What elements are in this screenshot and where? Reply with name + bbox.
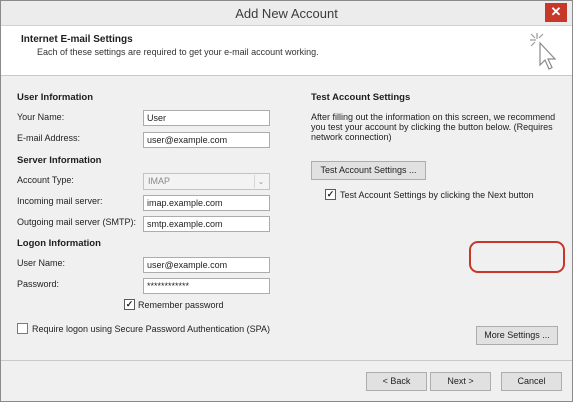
logon-info-heading: Logon Information xyxy=(17,238,101,249)
window-title: Add New Account xyxy=(235,6,338,21)
server-info-heading: Server Information xyxy=(17,155,102,166)
add-account-dialog: Add New Account ✕ Internet E-mail Settin… xyxy=(0,0,573,402)
incoming-server-field[interactable]: imap.example.com xyxy=(143,195,270,211)
test-account-settings-button[interactable]: Test Account Settings ... xyxy=(311,161,426,180)
header-subtitle: Each of these settings are required to g… xyxy=(37,47,319,57)
highlight-ring xyxy=(469,241,565,273)
chevron-down-icon: ⌄ xyxy=(254,175,267,188)
close-icon: ✕ xyxy=(550,4,562,19)
account-type-select: IMAP ⌄ xyxy=(143,173,270,190)
your-name-field[interactable]: User xyxy=(143,110,270,126)
back-button[interactable]: < Back xyxy=(366,372,427,391)
user-name-label: User Name: xyxy=(17,258,66,268)
header-panel: Internet E-mail Settings Each of these s… xyxy=(1,26,572,76)
cursor-click-icon xyxy=(530,33,557,70)
password-label: Password: xyxy=(17,279,60,289)
cancel-button[interactable]: Cancel xyxy=(501,372,562,391)
remember-password-checkbox[interactable]: ✓ xyxy=(124,299,135,310)
next-button[interactable]: Next > xyxy=(430,372,491,391)
user-name-field[interactable]: user@example.com xyxy=(143,257,270,273)
email-address-field[interactable]: user@example.com xyxy=(143,132,270,148)
your-name-label: Your Name: xyxy=(17,112,65,122)
email-address-label: E-mail Address: xyxy=(17,133,81,143)
settings-content: User Information Your Name: User E-mail … xyxy=(1,77,572,360)
header-title: Internet E-mail Settings xyxy=(21,34,133,45)
close-button[interactable]: ✕ xyxy=(545,3,567,22)
spa-label: Require logon using Secure Password Auth… xyxy=(32,324,270,334)
title-bar[interactable]: Add New Account ✕ xyxy=(1,1,572,26)
auto-test-label: Test Account Settings by clicking the Ne… xyxy=(340,190,534,200)
user-info-heading: User Information xyxy=(17,92,94,103)
test-settings-heading: Test Account Settings xyxy=(311,92,411,103)
remember-password-label: Remember password xyxy=(138,300,224,310)
outgoing-server-field[interactable]: smtp.example.com xyxy=(143,216,270,232)
auto-test-checkbox[interactable]: ✓ xyxy=(325,189,336,200)
spa-checkbox[interactable] xyxy=(17,323,28,334)
account-type-label: Account Type: xyxy=(17,175,74,185)
outgoing-server-label: Outgoing mail server (SMTP): xyxy=(17,217,137,227)
test-settings-description: After filling out the information on thi… xyxy=(311,112,556,142)
incoming-server-label: Incoming mail server: xyxy=(17,196,103,206)
account-type-value: IMAP xyxy=(148,176,171,186)
more-settings-button[interactable]: More Settings ... xyxy=(476,326,558,345)
dialog-footer: < Back Next > Cancel xyxy=(1,360,572,401)
password-field[interactable]: ************ xyxy=(143,278,270,294)
